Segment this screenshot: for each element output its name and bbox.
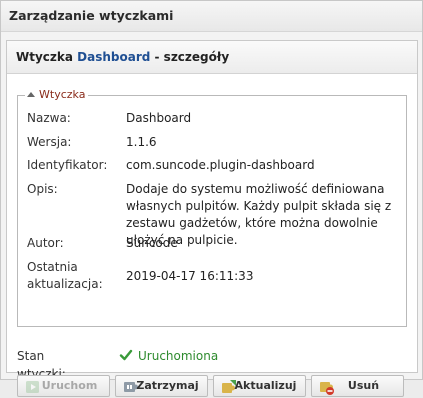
update-button-label: Aktualizuj [234, 379, 297, 392]
panel-title-prefix: Wtyczka [16, 50, 78, 64]
window-title: Zarządzanie wtyczkami [1, 1, 422, 32]
fieldset-legend[interactable]: Wtyczka [25, 88, 89, 101]
row-label: Nazwa: [27, 111, 71, 125]
row-value: Dashboard [126, 111, 192, 125]
row-value: 2019-04-17 16:11:33 [126, 269, 254, 283]
row-value: 1.1.6 [126, 135, 157, 149]
row-label: Autor: [27, 236, 64, 250]
plugin-fieldset: Wtyczka Nazwa: Dashboard Wersja: 1.1.6 I… [17, 88, 407, 327]
row-label: Identyfikator: [27, 158, 108, 172]
stop-button-label: Zatrzymaj [136, 379, 199, 392]
plugin-name-link[interactable]: Dashboard [77, 50, 150, 64]
remove-button[interactable]: Usuń [311, 375, 404, 397]
panel-title-suffix: - szczegóły [150, 50, 230, 64]
row-label: Wersja: [27, 135, 72, 149]
start-button-label: Uruchom [41, 379, 98, 392]
panel-title: Wtyczka Dashboard - szczegóły [7, 41, 417, 74]
row-value: Suncode [126, 236, 178, 250]
status-value: Uruchomiona [138, 349, 219, 363]
plugin-details-panel: Wtyczka Dashboard - szczegóły Wtyczka Na… [6, 40, 418, 397]
remove-button-label: Usuń [347, 379, 380, 392]
update-button[interactable]: Aktualizuj [213, 375, 306, 397]
row-label: Ostatnia aktualizacja: [27, 260, 103, 291]
fieldset-legend-label: Wtyczka [39, 88, 86, 101]
row-label: Opis: [27, 182, 58, 196]
stop-button[interactable]: Zatrzymaj [115, 375, 208, 397]
plugin-management-window: Zarządzanie wtyczkami Wtyczka Dashboard … [0, 0, 423, 397]
start-button[interactable]: Uruchom [17, 375, 110, 397]
row-value: com.suncode.plugin-dashboard [126, 158, 315, 172]
collapse-triangle-icon[interactable] [27, 92, 35, 97]
checkmark-icon [119, 348, 133, 365]
